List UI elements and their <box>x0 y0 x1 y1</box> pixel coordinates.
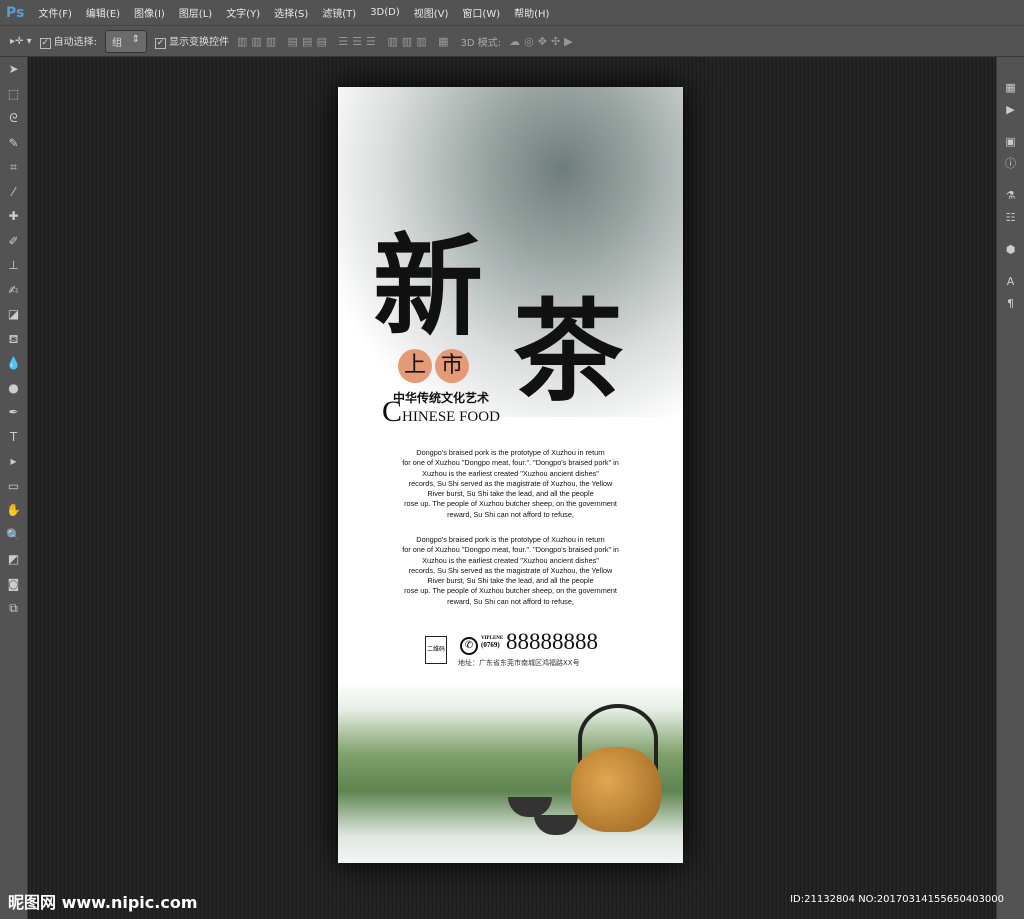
actions-panel-icon[interactable]: ▶ <box>997 99 1024 121</box>
paragraph-line: for one of Xuzhou "Dongpo meat, four.". … <box>402 458 619 468</box>
properties-panel-icon[interactable]: ▣ <box>997 131 1024 153</box>
blur-tool-icon[interactable]: 💧 <box>0 351 27 376</box>
badge-shi: 市 <box>435 349 469 383</box>
healing-tool-icon[interactable]: ✚ <box>0 204 27 229</box>
quick-select-tool-icon[interactable]: ✎ <box>0 131 27 156</box>
info-panel-icon[interactable]: ⓘ <box>997 153 1024 175</box>
3d-mode-icons[interactable]: ☁◎✥✣▶ <box>509 35 577 48</box>
paragraph-line: River burst, Su Shi take the lead, and a… <box>427 489 594 499</box>
show-transform-checkbox[interactable]: ✓ 显示变换控件 <box>154 33 229 49</box>
brush-panel-icon[interactable]: ⚗ <box>997 185 1024 207</box>
type-tool-icon[interactable]: T <box>0 425 27 450</box>
lasso-tool-icon[interactable]: ᘓ <box>0 106 27 131</box>
paragraph-line: River burst, Su Shi take the lead, and a… <box>427 576 594 586</box>
paragraph-line: Xuzhou is the earliest created "Xuzhou a… <box>422 468 599 478</box>
screen-mode-icon[interactable]: ⧉ <box>0 596 27 621</box>
subtitle-en-rest: HINESE FOOD <box>402 409 500 425</box>
subtitle-en-initial: C <box>382 395 403 428</box>
paragraph-line: reward, Su Shi can not afford to refuse, <box>447 596 574 606</box>
zoom-tool-icon[interactable]: 🔍 <box>0 523 27 548</box>
teapot-image <box>571 747 661 832</box>
align-icons[interactable]: ▥▥▥ ▤▤▤ ☰☰☰ ▥▥▥ ▦ <box>237 35 453 48</box>
paragraph-line: records, Su Shi served as the magistrate… <box>408 565 613 575</box>
stamp-tool-icon[interactable]: ⊥ <box>0 253 27 278</box>
bucket-tool-icon[interactable]: ⛾ <box>0 327 27 352</box>
paragraph-line: for one of Xuzhou "Dongpo meat, four.". … <box>402 545 619 555</box>
photoshop-logo: Ps <box>6 4 25 21</box>
paragraph-line: Dongpo's braised pork is the prototype o… <box>416 535 605 544</box>
menu-layer[interactable]: 图层(L) <box>179 5 212 20</box>
paragraph-line: records, Su Shi served as the magistrate… <box>408 478 613 488</box>
paragraph-panel-icon[interactable]: ¶ <box>997 293 1024 315</box>
tools-panel: ➤ ⬚ ᘓ ✎ ⌗ ⁄ ✚ ✐ ⊥ ✍ ◪ ⛾ 💧 ● ✒ T ▸ ▭ ✋ 🔍 … <box>0 57 28 919</box>
crop-tool-icon[interactable]: ⌗ <box>0 155 27 180</box>
vip-label: VIPLENE (0769) <box>481 635 503 649</box>
path-select-icon[interactable]: ▸ <box>0 449 27 474</box>
paragraph-line: rose up. The people of Xuzhou butcher sh… <box>404 586 617 596</box>
move-tool-icon[interactable]: ▸✛ ▾ <box>10 36 32 47</box>
options-bar: ▸✛ ▾ ✓ 自动选择: 组 ⇕ ✓ 显示变换控件 ▥▥▥ ▤▤▤ ☰☰☰ ▥▥▥ ▦… <box>0 25 1024 57</box>
3d-panel-icon[interactable]: ⬢ <box>997 239 1024 261</box>
menu-3d[interactable]: 3D(D) <box>370 7 400 18</box>
phone-icon: ✆ <box>460 637 478 655</box>
adjustments-panel-icon[interactable]: ☷ <box>997 207 1024 229</box>
menu-filter[interactable]: 滤镜(T) <box>322 5 356 20</box>
phone-number: 88888888 <box>506 629 598 654</box>
menu-edit[interactable]: 编辑(E) <box>86 5 120 20</box>
auto-select-label: 自动选择: <box>53 37 97 48</box>
right-panel-dock: ▦ ▶ ▣ ⓘ ⚗ ☷ ⬢ A ¶ <box>996 57 1024 919</box>
auto-select-dropdown[interactable]: 组 ⇕ <box>104 29 147 53</box>
eraser-tool-icon[interactable]: ◪ <box>0 302 27 327</box>
menu-file[interactable]: 文件(F) <box>38 5 72 20</box>
watermark-logo: 昵图网 www.nipic.com <box>8 893 198 912</box>
character-panel-icon[interactable]: A <box>997 271 1024 293</box>
dodge-tool-icon[interactable]: ● <box>0 376 27 401</box>
menu-view[interactable]: 视图(V) <box>414 5 449 20</box>
auto-select-checkbox[interactable]: ✓ 自动选择: <box>39 33 97 49</box>
menu-help[interactable]: 帮助(H) <box>514 5 549 20</box>
menu-window[interactable]: 窗口(W) <box>462 5 500 20</box>
paragraph-line: Dongpo's braised pork is the prototype o… <box>416 448 605 457</box>
show-transform-label: 显示变换控件 <box>168 37 229 48</box>
marquee-tool-icon[interactable]: ⬚ <box>0 82 27 107</box>
body-paragraph-2: Dongpo's braised pork is the prototype o… <box>338 535 683 607</box>
poster-document[interactable]: 新 茶 上 市 中华传统文化艺术 CHINESE FOOD Dongpo's b… <box>338 87 683 863</box>
quick-mask-icon[interactable]: ◙ <box>0 572 27 597</box>
paragraph-line: Xuzhou is the earliest created "Xuzhou a… <box>422 555 599 565</box>
auto-select-value: 组 <box>111 37 122 49</box>
hand-tool-icon[interactable]: ✋ <box>0 498 27 523</box>
history-panel-icon[interactable]: ▦ <box>997 77 1024 99</box>
3d-mode-label: 3D 模式: <box>460 37 502 49</box>
menu-type[interactable]: 文字(Y) <box>226 5 260 20</box>
color-swatches-icon[interactable]: ◩ <box>0 547 27 572</box>
badge-shang: 上 <box>398 349 432 383</box>
body-paragraph-1: Dongpo's braised pork is the prototype o… <box>338 448 683 520</box>
address: 地址：广东省东莞市南城区鸿福路XX号 <box>458 659 580 667</box>
brush-tool-icon[interactable]: ✐ <box>0 229 27 254</box>
watermark-id: ID:21132804 NO:20170314155650403000 <box>790 894 1004 905</box>
paragraph-line: rose up. The people of Xuzhou butcher sh… <box>404 499 617 509</box>
menu-image[interactable]: 图像(I) <box>134 5 165 20</box>
area-code: (0769) <box>481 641 500 649</box>
move-tool-icon[interactable]: ➤ <box>0 57 27 82</box>
rectangle-tool-icon[interactable]: ▭ <box>0 474 27 499</box>
menu-bar: Ps 文件(F) 编辑(E) 图像(I) 图层(L) 文字(Y) 选择(S) 滤… <box>0 0 1024 25</box>
pen-tool-icon[interactable]: ✒ <box>0 400 27 425</box>
paragraph-line: reward, Su Shi can not afford to refuse, <box>447 509 574 519</box>
subtitle-en: CHINESE FOOD <box>382 395 500 429</box>
history-brush-icon[interactable]: ✍ <box>0 278 27 303</box>
eyedropper-tool-icon[interactable]: ⁄ <box>0 180 27 205</box>
menu-select[interactable]: 选择(S) <box>274 5 308 20</box>
qr-code-placeholder: 二维码 <box>425 636 447 664</box>
title-char-xin: 新 <box>373 222 483 351</box>
title-char-cha: 茶 <box>513 287 623 416</box>
